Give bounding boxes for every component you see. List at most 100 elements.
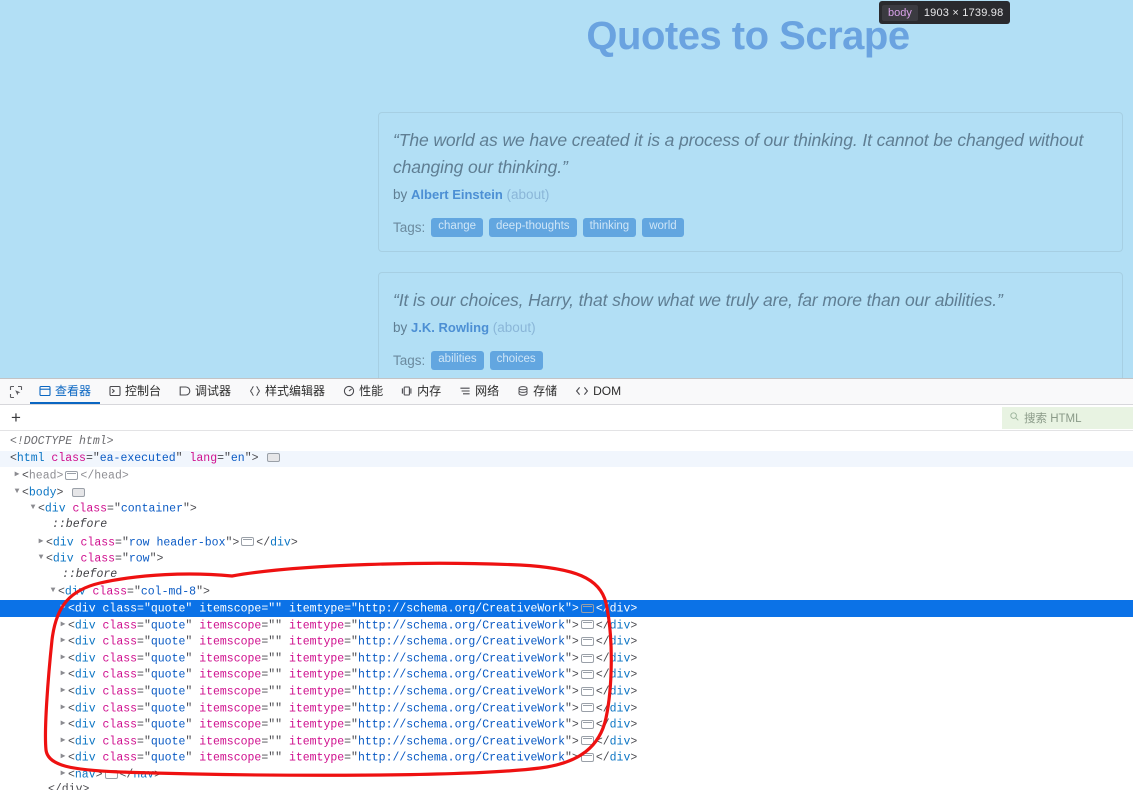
tag-chip[interactable]: choices <box>489 351 543 370</box>
quote-node-list: ▶ <div class="quote" itemscope="" itemtyp… <box>0 599 1133 766</box>
node-container-div[interactable]: ▼ <div class="container"> <box>0 500 1133 517</box>
node-closing-div[interactable]: </div> <box>0 782 1133 790</box>
tab-console[interactable]: 控制台 <box>100 379 170 404</box>
node-quote-div[interactable]: ▶ <div class="quote" itemscope="" itemtyp… <box>0 666 1133 683</box>
tags-label: Tags: <box>393 220 426 236</box>
node-nav[interactable]: ▶ <nav> </nav> <box>0 766 1133 783</box>
quote-author-link[interactable]: J.K. Rowling <box>411 320 489 335</box>
node-quote-div[interactable]: ▶ <div class="quote" itemscope="" itemtyp… <box>0 749 1133 766</box>
quote-author-link[interactable]: Albert Einstein <box>411 187 503 202</box>
collapsed-content-icon[interactable] <box>580 670 594 680</box>
node-col-md-8-div[interactable]: ▼ <div class="col-md-8"> <box>0 583 1133 600</box>
tab-inspector[interactable]: 查看器 <box>30 379 101 404</box>
chevron-right-icon[interactable]: ▶ <box>36 534 46 551</box>
search-html-input[interactable]: 搜索 HTML <box>1002 407 1133 429</box>
header-box-class-value: row header-box <box>128 535 226 549</box>
node-doctype: <!DOCTYPE html> <box>0 434 1133 451</box>
chevron-right-icon[interactable]: ▶ <box>58 733 68 750</box>
node-before-pseudo[interactable]: ::before <box>0 567 1133 584</box>
tag-chip[interactable]: world <box>642 218 684 238</box>
search-html-placeholder: 搜索 HTML <box>1024 413 1082 425</box>
chevron-right-icon[interactable]: ▶ <box>58 666 68 683</box>
chevron-right-icon[interactable]: ▶ <box>58 766 68 783</box>
markup-tree-view[interactable]: <!DOCTYPE html> <html class="ea-executed… <box>0 431 1133 790</box>
collapsed-content-icon[interactable] <box>580 703 594 713</box>
tag-chip[interactable]: change <box>431 218 484 238</box>
quote-about-link[interactable]: (about) <box>493 320 536 335</box>
tab-storage[interactable]: 存储 <box>508 379 566 404</box>
collapsed-content-icon[interactable] <box>580 686 594 696</box>
tab-dom[interactable]: DOM <box>566 379 630 404</box>
chevron-down-icon[interactable]: ▼ <box>36 550 46 567</box>
node-html[interactable]: <html class="ea-executed" lang="en"> <box>0 450 1133 468</box>
chevron-right-icon[interactable]: ▶ <box>58 716 68 733</box>
quote-byline: by J.K. Rowling (about) <box>393 320 1108 335</box>
chevron-down-icon[interactable]: ▼ <box>12 484 22 501</box>
node-head[interactable]: ▶ <head> </head> <box>0 467 1133 484</box>
node-quote-div[interactable]: ▶ <div class="quote" itemscope="" itemtyp… <box>0 650 1133 667</box>
collapsed-content-icon[interactable] <box>72 487 86 497</box>
node-quote-div[interactable]: ▶ <div class="quote" itemscope="" itemtyp… <box>0 599 1133 617</box>
tab-performance-label: 性能 <box>359 384 384 398</box>
chevron-right-icon[interactable]: ▶ <box>58 683 68 700</box>
quote-tags-row: Tags: abilities choices <box>393 351 1108 370</box>
collapsed-content-icon[interactable] <box>241 537 255 547</box>
debugger-icon <box>179 385 191 397</box>
chevron-right-icon[interactable]: ▶ <box>58 600 68 617</box>
by-label: by <box>393 320 408 336</box>
style-editor-icon <box>249 385 261 397</box>
add-node-button[interactable]: + <box>4 407 28 429</box>
quote-about-link[interactable]: (about) <box>507 187 550 202</box>
chevron-down-icon[interactable]: ▼ <box>48 583 58 600</box>
collapsed-content-icon[interactable] <box>580 620 594 630</box>
node-quote-div[interactable]: ▶ <div class="quote" itemscope="" itemtyp… <box>0 683 1133 700</box>
storage-icon <box>517 385 529 397</box>
chevron-right-icon[interactable]: ▶ <box>58 749 68 766</box>
node-quote-div[interactable]: ▶ <div class="quote" itemscope="" itemtyp… <box>0 716 1133 733</box>
collapsed-content-icon[interactable] <box>580 636 594 646</box>
element-picker-icon[interactable] <box>2 380 30 404</box>
tag-chip[interactable]: thinking <box>582 218 637 238</box>
collapsed-content-icon[interactable] <box>580 719 594 729</box>
tag-chip[interactable]: deep-thoughts <box>489 218 577 238</box>
tab-style-editor[interactable]: 样式编辑器 <box>240 379 334 404</box>
chevron-right-icon[interactable]: ▶ <box>58 633 68 650</box>
collapsed-content-icon[interactable] <box>580 736 594 746</box>
node-header-box-div[interactable]: ▶ <div class="row header-box"> </div> <box>0 534 1133 551</box>
node-before-pseudo[interactable]: ::before <box>0 517 1133 534</box>
tag-chip[interactable]: abilities <box>431 351 484 370</box>
closing-div-text: </div> <box>48 783 90 790</box>
collapsed-content-icon[interactable] <box>267 453 281 463</box>
body-tag-name: body <box>28 486 57 500</box>
by-label: by <box>393 187 408 203</box>
tab-inspector-label: 查看器 <box>55 384 92 398</box>
node-quote-div[interactable]: ▶ <div class="quote" itemscope="" itemtyp… <box>0 733 1133 750</box>
network-icon <box>459 385 471 397</box>
element-size-badge: body 1903 × 1739.98 <box>879 1 1011 24</box>
attr-name: lang <box>189 451 218 465</box>
container-class-value: container <box>120 502 183 516</box>
tab-network[interactable]: 网络 <box>450 379 508 404</box>
collapsed-content-icon[interactable] <box>104 769 118 779</box>
collapsed-content-icon[interactable] <box>580 603 594 613</box>
tab-memory[interactable]: 内存 <box>392 379 450 404</box>
chevron-right-icon[interactable]: ▶ <box>58 617 68 634</box>
node-quote-div[interactable]: ▶ <div class="quote" itemscope="" itemtyp… <box>0 700 1133 717</box>
tab-debugger[interactable]: 调试器 <box>170 379 240 404</box>
devtools-panel: 查看器 控制台 调试器 样式编辑器 性能 内存 网络 存储 DOM + 搜索 H… <box>0 378 1133 791</box>
console-icon <box>109 385 121 397</box>
collapsed-content-icon[interactable] <box>580 653 594 663</box>
collapsed-content-icon[interactable] <box>65 470 79 480</box>
node-quote-div[interactable]: ▶ <div class="quote" itemscope="" itemtyp… <box>0 617 1133 634</box>
node-body[interactable]: ▼ <body> <box>0 484 1133 501</box>
chevron-right-icon[interactable]: ▶ <box>58 650 68 667</box>
node-quote-div[interactable]: ▶ <div class="quote" itemscope="" itemtyp… <box>0 633 1133 650</box>
tab-performance[interactable]: 性能 <box>334 379 392 404</box>
markup-toolbar: + 搜索 HTML <box>0 405 1133 431</box>
node-row-div[interactable]: ▼ <div class="row"> <box>0 550 1133 567</box>
chevron-right-icon[interactable]: ▶ <box>58 700 68 717</box>
collapsed-content-icon[interactable] <box>580 753 594 763</box>
chevron-right-icon[interactable]: ▶ <box>12 467 22 484</box>
tags-label: Tags: <box>393 353 426 369</box>
chevron-down-icon[interactable]: ▼ <box>28 500 38 517</box>
